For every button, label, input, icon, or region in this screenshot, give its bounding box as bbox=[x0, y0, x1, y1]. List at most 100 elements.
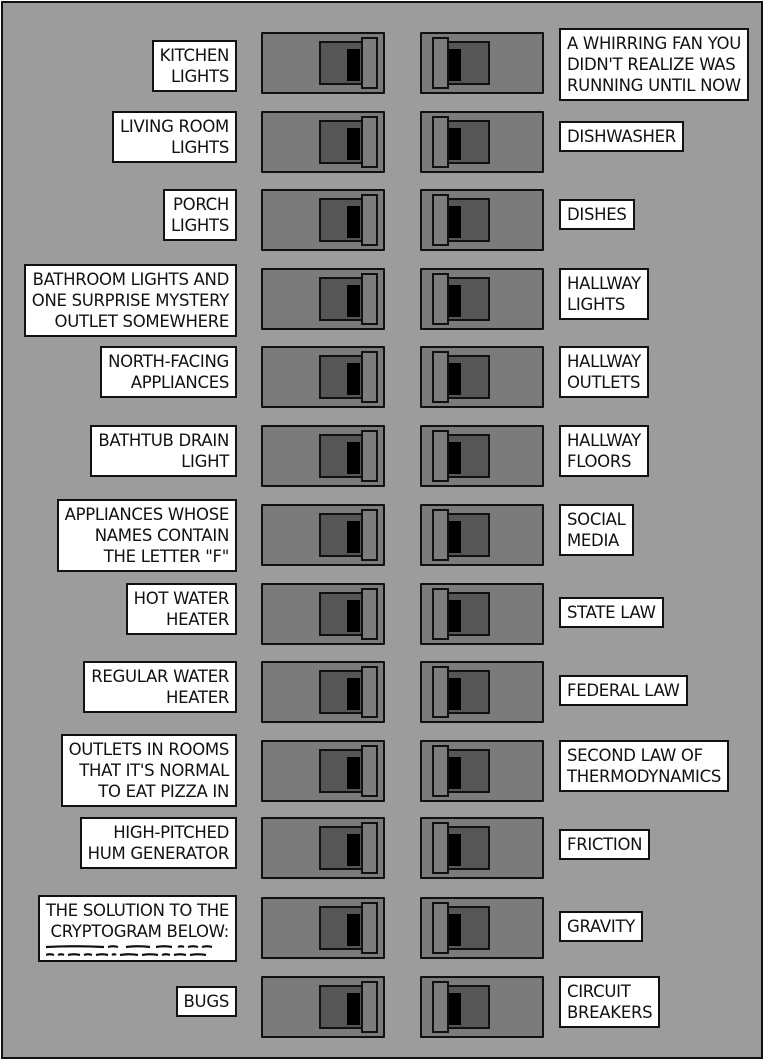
circuit-breaker-left[interactable] bbox=[261, 740, 385, 802]
breaker-slot bbox=[448, 49, 461, 81]
circuit-breaker-left[interactable] bbox=[261, 268, 385, 330]
breaker-toggle-handle[interactable] bbox=[432, 194, 449, 246]
breaker-slot bbox=[347, 993, 360, 1025]
breaker-toggle-handle[interactable] bbox=[361, 351, 378, 403]
breaker-label-text: GRAVITY bbox=[567, 917, 636, 936]
breaker-label: REGULAR WATER HEATER bbox=[83, 661, 237, 713]
cryptogram-glyph bbox=[177, 945, 185, 949]
circuit-breaker-right[interactable] bbox=[420, 425, 544, 487]
circuit-breaker-left[interactable] bbox=[261, 32, 385, 94]
breaker-toggle-handle[interactable] bbox=[432, 351, 449, 403]
circuit-breaker-left[interactable] bbox=[261, 817, 385, 879]
circuit-breaker-right[interactable] bbox=[420, 897, 544, 959]
cryptogram-glyph bbox=[155, 945, 173, 949]
breaker-label-text: THE SOLUTION TO THE CRYPTOGRAM BELOW: bbox=[45, 901, 229, 941]
breaker-label: LIVING ROOM LIGHTS bbox=[112, 111, 237, 163]
breaker-slot bbox=[448, 600, 461, 632]
breaker-label-text: STATE LAW bbox=[567, 603, 656, 622]
breaker-toggle-handle[interactable] bbox=[432, 745, 449, 797]
circuit-breaker-right[interactable] bbox=[420, 661, 544, 723]
breaker-label: HALLWAY OUTLETS bbox=[559, 346, 649, 398]
circuit-breaker-right[interactable] bbox=[420, 346, 544, 408]
circuit-breaker-right[interactable] bbox=[420, 504, 544, 566]
breaker-toggle-handle[interactable] bbox=[432, 902, 449, 954]
cryptogram-glyph bbox=[187, 945, 199, 949]
circuit-breaker-right[interactable] bbox=[420, 583, 544, 645]
breaker-label: OUTLETS IN ROOMS THAT IT'S NORMAL TO EAT… bbox=[60, 734, 237, 807]
breaker-toggle-handle[interactable] bbox=[432, 116, 449, 168]
cryptogram-glyph bbox=[173, 953, 187, 957]
breaker-toggle-handle[interactable] bbox=[361, 981, 378, 1033]
breaker-label-text: A WHIRRING FAN YOU DIDN'T REALIZE WAS RU… bbox=[567, 34, 741, 95]
breaker-toggle-handle[interactable] bbox=[432, 37, 449, 89]
circuit-breaker-left[interactable] bbox=[261, 976, 385, 1038]
breaker-toggle-handle[interactable] bbox=[432, 430, 449, 482]
cryptogram-glyph bbox=[57, 953, 65, 957]
breaker-toggle-handle[interactable] bbox=[432, 981, 449, 1033]
breaker-toggle-handle[interactable] bbox=[361, 430, 378, 482]
breaker-label: BATHTUB DRAIN LIGHT bbox=[90, 425, 237, 477]
circuit-breaker-right[interactable] bbox=[420, 817, 544, 879]
breaker-label: PORCH LIGHTS bbox=[162, 189, 237, 241]
circuit-breaker-left[interactable] bbox=[261, 504, 385, 566]
breaker-toggle-handle[interactable] bbox=[361, 37, 378, 89]
breaker-slot bbox=[347, 49, 360, 81]
breaker-label: A WHIRRING FAN YOU DIDN'T REALIZE WAS RU… bbox=[559, 28, 749, 101]
breaker-label: APPLIANCES WHOSE NAMES CONTAIN THE LETTE… bbox=[56, 499, 237, 572]
breaker-label-text: REGULAR WATER HEATER bbox=[91, 667, 229, 707]
breaker-toggle-handle[interactable] bbox=[432, 509, 449, 561]
circuit-breaker-left[interactable] bbox=[261, 346, 385, 408]
circuit-breaker-right[interactable] bbox=[420, 32, 544, 94]
breaker-label-text: HOT WATER HEATER bbox=[133, 589, 230, 629]
circuit-breaker-left[interactable] bbox=[261, 661, 385, 723]
breaker-label: KITCHEN LIGHTS bbox=[151, 40, 237, 92]
breaker-toggle-handle[interactable] bbox=[432, 273, 449, 325]
breaker-toggle-handle[interactable] bbox=[432, 822, 449, 874]
breaker-toggle-handle[interactable] bbox=[432, 666, 449, 718]
breaker-label: FRICTION bbox=[559, 829, 651, 860]
cryptogram-glyph bbox=[119, 953, 139, 957]
breaker-slot bbox=[347, 521, 360, 553]
breaker-label: CIRCUIT BREAKERS bbox=[559, 976, 661, 1028]
breaker-toggle-handle[interactable] bbox=[361, 116, 378, 168]
breaker-toggle-handle[interactable] bbox=[361, 194, 378, 246]
circuit-breaker-left[interactable] bbox=[261, 897, 385, 959]
breaker-toggle-handle[interactable] bbox=[432, 588, 449, 640]
breaker-row: PORCH LIGHTS DISHES bbox=[3, 189, 761, 255]
breaker-label-text: SOCIAL MEDIA bbox=[567, 510, 626, 550]
breaker-label: SECOND LAW OF THERMODYNAMICS bbox=[559, 740, 730, 792]
cryptogram-glyph bbox=[45, 945, 104, 949]
circuit-breaker-right[interactable] bbox=[420, 189, 544, 251]
breaker-label-text: PORCH LIGHTS bbox=[170, 195, 229, 235]
breaker-label-text: HALLWAY FLOORS bbox=[567, 431, 641, 471]
breaker-toggle-handle[interactable] bbox=[361, 822, 378, 874]
breaker-label: DISHES bbox=[559, 199, 635, 230]
breaker-label: DISHWASHER bbox=[559, 121, 684, 152]
circuit-breaker-left[interactable] bbox=[261, 189, 385, 251]
breaker-toggle-handle[interactable] bbox=[361, 745, 378, 797]
circuit-breaker-right[interactable] bbox=[420, 111, 544, 173]
circuit-breaker-left[interactable] bbox=[261, 425, 385, 487]
circuit-breaker-right[interactable] bbox=[420, 976, 544, 1038]
breaker-label: SOCIAL MEDIA bbox=[559, 504, 634, 556]
breaker-toggle-handle[interactable] bbox=[361, 273, 378, 325]
breaker-toggle-handle[interactable] bbox=[361, 588, 378, 640]
breaker-label-text: DISHWASHER bbox=[567, 127, 676, 146]
breaker-row: HIGH-PITCHED HUM GENERATOR FRICTION bbox=[3, 817, 761, 883]
cryptogram-glyph bbox=[67, 953, 81, 957]
circuit-breaker-right[interactable] bbox=[420, 740, 544, 802]
circuit-breaker-left[interactable] bbox=[261, 111, 385, 173]
breaker-slot bbox=[347, 834, 360, 866]
breaker-toggle-handle[interactable] bbox=[361, 666, 378, 718]
breaker-label-text: BUGS bbox=[183, 992, 230, 1011]
breaker-row: OUTLETS IN ROOMS THAT IT'S NORMAL TO EAT… bbox=[3, 734, 761, 807]
breaker-toggle-handle[interactable] bbox=[361, 902, 378, 954]
breaker-label: GRAVITY bbox=[559, 911, 644, 942]
breaker-row: BATHTUB DRAIN LIGHT HALLWAY FLOORS bbox=[3, 425, 761, 491]
circuit-breaker-right[interactable] bbox=[420, 268, 544, 330]
breaker-toggle-handle[interactable] bbox=[361, 509, 378, 561]
breaker-row: HOT WATER HEATER STATE LAW bbox=[3, 583, 761, 649]
cryptogram-glyph bbox=[201, 945, 213, 949]
cryptogram-glyph bbox=[125, 945, 151, 949]
circuit-breaker-left[interactable] bbox=[261, 583, 385, 645]
